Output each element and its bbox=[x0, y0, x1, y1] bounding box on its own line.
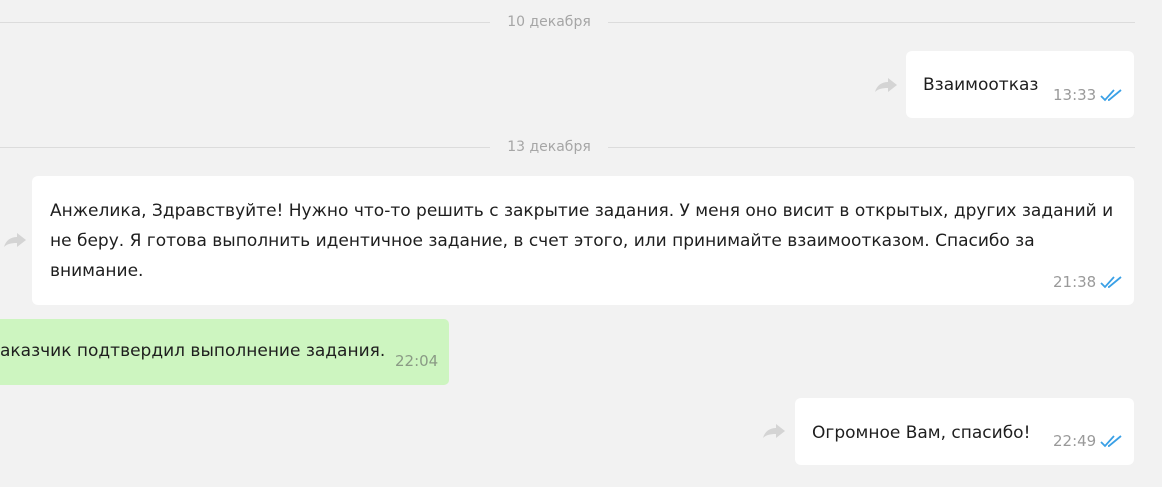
message-text: Взаимоотказ bbox=[923, 75, 1039, 95]
double-check-icon bbox=[1100, 276, 1122, 289]
message-time: 13:33 bbox=[1053, 86, 1097, 104]
separator-line bbox=[0, 147, 490, 148]
system-message-text: аказчик подтвердил выполнение задания. bbox=[0, 341, 386, 361]
double-check-icon bbox=[1100, 89, 1122, 102]
system-message: аказчик подтвердил выполнение задания. 2… bbox=[0, 319, 449, 385]
message-text: Анжелика, Здравствуйте! Нужно что-то реш… bbox=[50, 196, 1113, 286]
date-label: 10 декабря bbox=[507, 14, 591, 30]
separator-line bbox=[0, 22, 490, 23]
system-message-time: 22:04 bbox=[395, 352, 439, 370]
date-label: 13 декабря bbox=[507, 139, 591, 155]
forward-arrow-icon[interactable] bbox=[873, 76, 899, 94]
forward-arrow-icon[interactable] bbox=[2, 231, 28, 249]
message-line: Анжелика, Здравствуйте! Нужно что-то реш… bbox=[50, 201, 1114, 221]
separator-line bbox=[608, 147, 1135, 148]
forward-arrow-icon[interactable] bbox=[761, 422, 787, 440]
double-check-icon bbox=[1100, 435, 1122, 448]
message-bubble-outgoing[interactable]: Огромное Вам, спасибо! 22:49 bbox=[795, 398, 1134, 465]
message-line: не беру. Я готова выполнить идентичное з… bbox=[50, 231, 1035, 251]
chat-history: 10 декабря Взаимоотказ 13:33 13 декабря … bbox=[0, 0, 1162, 487]
message-text: Огромное Вам, спасибо! bbox=[812, 423, 1031, 443]
message-bubble-outgoing[interactable]: Анжелика, Здравствуйте! Нужно что-то реш… bbox=[32, 176, 1134, 305]
separator-line bbox=[608, 22, 1135, 23]
message-bubble-outgoing[interactable]: Взаимоотказ 13:33 bbox=[906, 51, 1134, 118]
date-separator: 13 декабря bbox=[0, 137, 1135, 157]
message-line: внимание. bbox=[50, 261, 144, 281]
date-separator: 10 декабря bbox=[0, 12, 1135, 32]
message-time: 22:49 bbox=[1053, 432, 1097, 450]
message-time: 21:38 bbox=[1053, 273, 1097, 291]
